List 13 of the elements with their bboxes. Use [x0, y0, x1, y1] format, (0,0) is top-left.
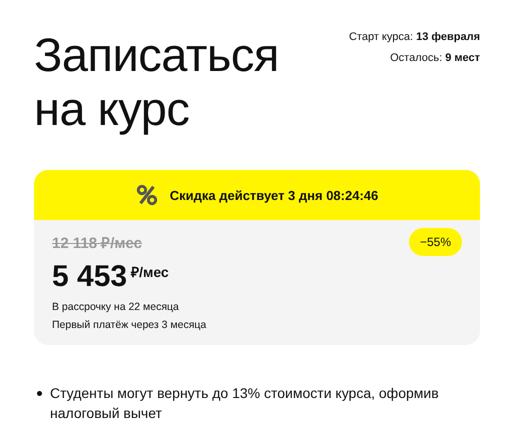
discount-timer: Скидка действует 3 дня 08:24:46	[170, 188, 378, 202]
price: 5 453	[52, 259, 128, 295]
discount-badge: −55%	[408, 228, 462, 256]
course-info: Старт курса: 13 февраля	[348, 31, 480, 43]
old-price: 12 118 ₽/мес	[52, 234, 142, 252]
percent-icon	[136, 184, 158, 206]
bullet-icon	[37, 391, 42, 396]
payment-note: Первый платёж через 3 месяца	[52, 319, 208, 331]
price-unit: ₽/мес	[131, 263, 169, 281]
page-title: Записаться на курс	[34, 28, 279, 136]
payment-note: В рассрочку на 22 месяца	[52, 301, 180, 313]
course-info: Осталось: 9 мест	[389, 52, 480, 64]
tax-note: Студенты могут вернуть до 13% стоимости курса, оформив налоговый вычет	[50, 384, 440, 423]
